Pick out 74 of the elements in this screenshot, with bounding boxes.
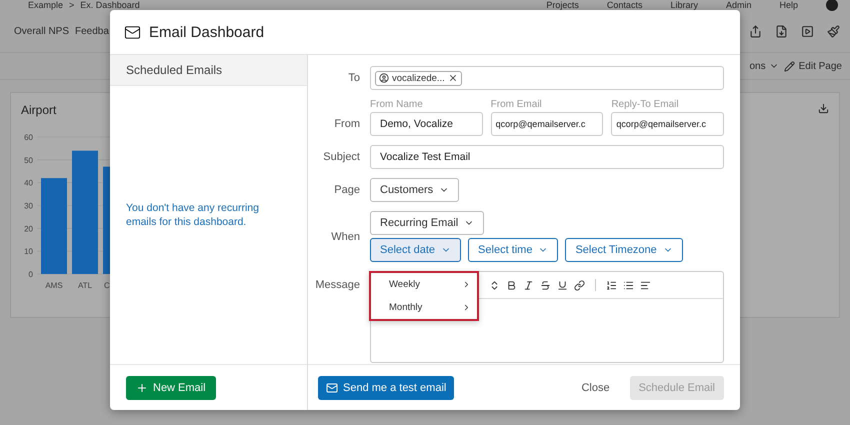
plus-icon [136,382,148,394]
recipients-field[interactable]: vocalizede... [370,66,724,90]
page-tab[interactable]: Overall NPS [14,26,70,36]
schedule-dropdown[interactable]: Select Timezone [565,238,683,262]
field-label: From Name [370,99,424,110]
subject-field[interactable]: Vocalize Test Email [370,145,724,169]
test-email-button[interactable]: Send me a test email [318,376,454,400]
avatar-icon[interactable] [826,0,838,11]
pencil-icon [784,60,795,72]
remove-icon[interactable] [448,73,458,83]
axis-label: 30 [24,202,33,210]
brush-icon[interactable] [827,24,840,38]
chevron-icon [462,280,471,289]
field-label: Page [333,184,360,196]
page-tab[interactable]: Feedba [75,26,109,36]
field-label: When [330,230,360,242]
input-field[interactable]: qcorp@qemailserver.c [611,112,724,136]
nav-link[interactable]: Help [779,0,798,10]
bullet-list-icon[interactable] [623,280,634,290]
menu-item[interactable]: Weekly [389,279,471,290]
axis-label: 50 [24,156,33,165]
share-icon[interactable] [749,24,762,38]
axis-label: ATL [78,281,92,290]
edit-page-link[interactable]: Edit Page [798,60,842,72]
user-icon [379,73,389,83]
axis-label: 60 [24,133,33,142]
nav-link[interactable]: Admin [726,0,752,10]
axis-label: 20 [24,224,33,234]
field-label: Subject [322,151,360,163]
breadcrumb-text[interactable]: Example [28,0,64,10]
envelope-icon [124,24,141,40]
nav-link[interactable]: Library [670,0,698,10]
schedule-dropdown[interactable]: Select date [370,238,462,262]
field-label: Reply-To Email [611,99,680,110]
menu-item[interactable]: Monthly [389,302,471,313]
sort-icon[interactable] [489,280,500,290]
chevron-icon [462,303,471,312]
sidebar-header: Scheduled Emails [110,55,307,86]
when-dropdown[interactable]: Recurring Email [370,211,484,235]
axis-label: 40 [24,178,33,188]
download-icon[interactable] [818,103,829,114]
envelope-icon [326,382,338,394]
italic-icon[interactable] [523,280,534,290]
play-icon[interactable] [801,24,814,38]
numbered-list-icon[interactable] [606,280,617,290]
axis-label: C [104,281,110,290]
empty-message: You don't have any recurring emails for this dashboard. [126,201,260,229]
strikethrough-icon[interactable] [540,280,551,290]
input-field[interactable]: qcorp@qemailserver.c [490,112,604,136]
card-title: Airport [21,103,56,117]
field-label: Message [314,278,360,291]
options-menu[interactable]: ons [750,60,766,72]
close-button[interactable]: Close [575,380,616,394]
file-download-icon[interactable] [775,24,788,38]
page-dropdown[interactable]: Customers [370,178,460,202]
axis-label: 10 [24,247,33,256]
nav-link[interactable]: Contacts [606,0,642,10]
link-icon[interactable] [574,280,585,290]
nav-link[interactable]: Projects [546,0,579,10]
axis-label: AMS [45,281,63,290]
recipient-chip[interactable]: vocalizede... [375,70,462,86]
field-label: From [333,118,360,132]
field-label: From Email [490,99,543,110]
breadcrumb-text[interactable]: > [69,0,74,10]
align-left-icon[interactable] [640,280,651,290]
breadcrumb-text[interactable]: Ex. Dashboard [80,0,140,10]
input-field[interactable]: Demo, Vocalize [370,112,483,136]
axis-label: 0 [28,270,33,279]
schedule-dropdown[interactable]: Select time [468,238,558,262]
field-label: To [347,72,360,84]
bold-icon[interactable] [506,280,517,290]
underline-icon[interactable] [557,280,568,290]
dialog-title: Email Dashboard [149,24,264,40]
new-email-button[interactable]: New Email [126,376,216,400]
